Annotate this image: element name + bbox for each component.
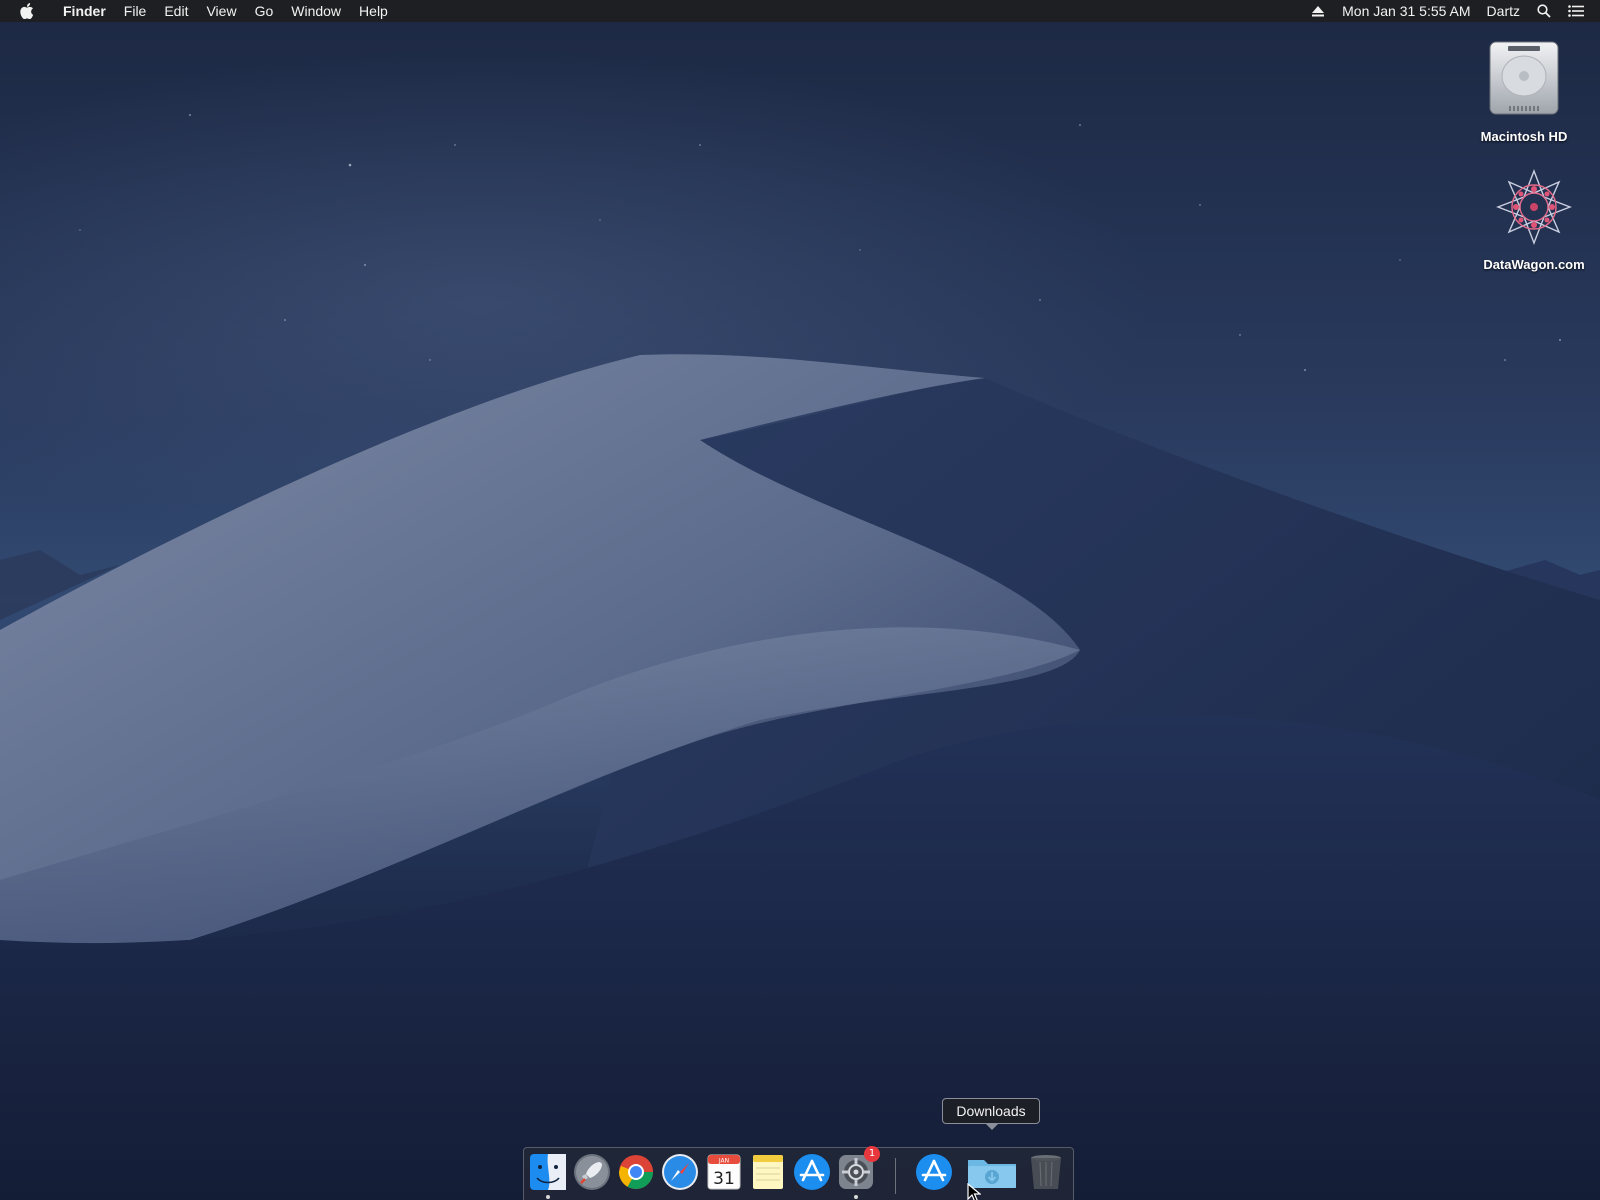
running-indicator	[854, 1195, 858, 1199]
menubar-clock[interactable]: Mon Jan 31 5:55 AM	[1334, 0, 1478, 22]
desktop-icon-datawagon[interactable]: DataWagon.com	[1474, 168, 1594, 272]
running-indicator	[546, 1195, 550, 1199]
mandala-disk-icon	[1492, 168, 1576, 251]
app-store-icon	[916, 1154, 952, 1190]
notification-badge: 1	[864, 1146, 880, 1162]
menu-app-name[interactable]: Finder	[54, 0, 115, 22]
menu-view[interactable]: View	[197, 0, 245, 22]
finder-icon	[530, 1154, 566, 1190]
compass-icon	[662, 1154, 698, 1190]
app-store-icon	[794, 1154, 830, 1190]
mouse-cursor-icon	[967, 1182, 982, 1200]
dock-tooltip: Downloads	[942, 1098, 1040, 1130]
desktop-icon-macintosh-hd[interactable]: Macintosh HD	[1464, 38, 1584, 144]
dock-app-calendar[interactable]: JAN 31	[704, 1152, 744, 1196]
menu-help[interactable]: Help	[350, 0, 397, 22]
calendar-day: 31	[713, 1169, 735, 1189]
desktop-wallpaper	[0, 0, 1600, 1200]
dock: JAN 31 1	[523, 1146, 1074, 1200]
search-icon[interactable]	[1528, 0, 1560, 22]
dock-app-chrome[interactable]	[616, 1152, 656, 1196]
hard-drive-icon	[1486, 38, 1562, 123]
dock-app-safari[interactable]	[660, 1152, 700, 1196]
chrome-icon	[619, 1155, 653, 1189]
dock-app-launchpad[interactable]	[572, 1152, 612, 1196]
calendar-month: JAN	[718, 1158, 729, 1165]
dock-app-finder[interactable]	[528, 1152, 568, 1199]
dock-app-notes[interactable]	[748, 1152, 788, 1196]
notes-icon	[753, 1155, 783, 1189]
menu-window[interactable]: Window	[282, 0, 350, 22]
menubar-user[interactable]: Dartz	[1479, 0, 1528, 22]
trash-icon	[1031, 1155, 1061, 1189]
apple-logo-icon[interactable]	[0, 0, 54, 22]
dock-app-app-store[interactable]	[792, 1152, 832, 1196]
menu-bar: Finder File Edit View Go Window Help Mon…	[0, 0, 1600, 22]
rocket-icon	[574, 1154, 610, 1190]
calendar-icon: JAN 31	[707, 1154, 741, 1190]
dock-trash[interactable]	[1026, 1152, 1066, 1196]
menu-go[interactable]: Go	[246, 0, 283, 22]
desktop-icon-label: DataWagon.com	[1483, 257, 1585, 272]
eject-icon[interactable]	[1302, 0, 1334, 22]
menu-file[interactable]: File	[115, 0, 156, 22]
menu-edit[interactable]: Edit	[155, 0, 197, 22]
dock-separator	[895, 1158, 896, 1194]
dock-app-system-preferences[interactable]: 1	[836, 1146, 880, 1199]
dock-stack-app-store-downloads[interactable]	[914, 1152, 954, 1196]
list-icon[interactable]	[1560, 0, 1592, 22]
desktop-icon-label: Macintosh HD	[1480, 129, 1568, 144]
